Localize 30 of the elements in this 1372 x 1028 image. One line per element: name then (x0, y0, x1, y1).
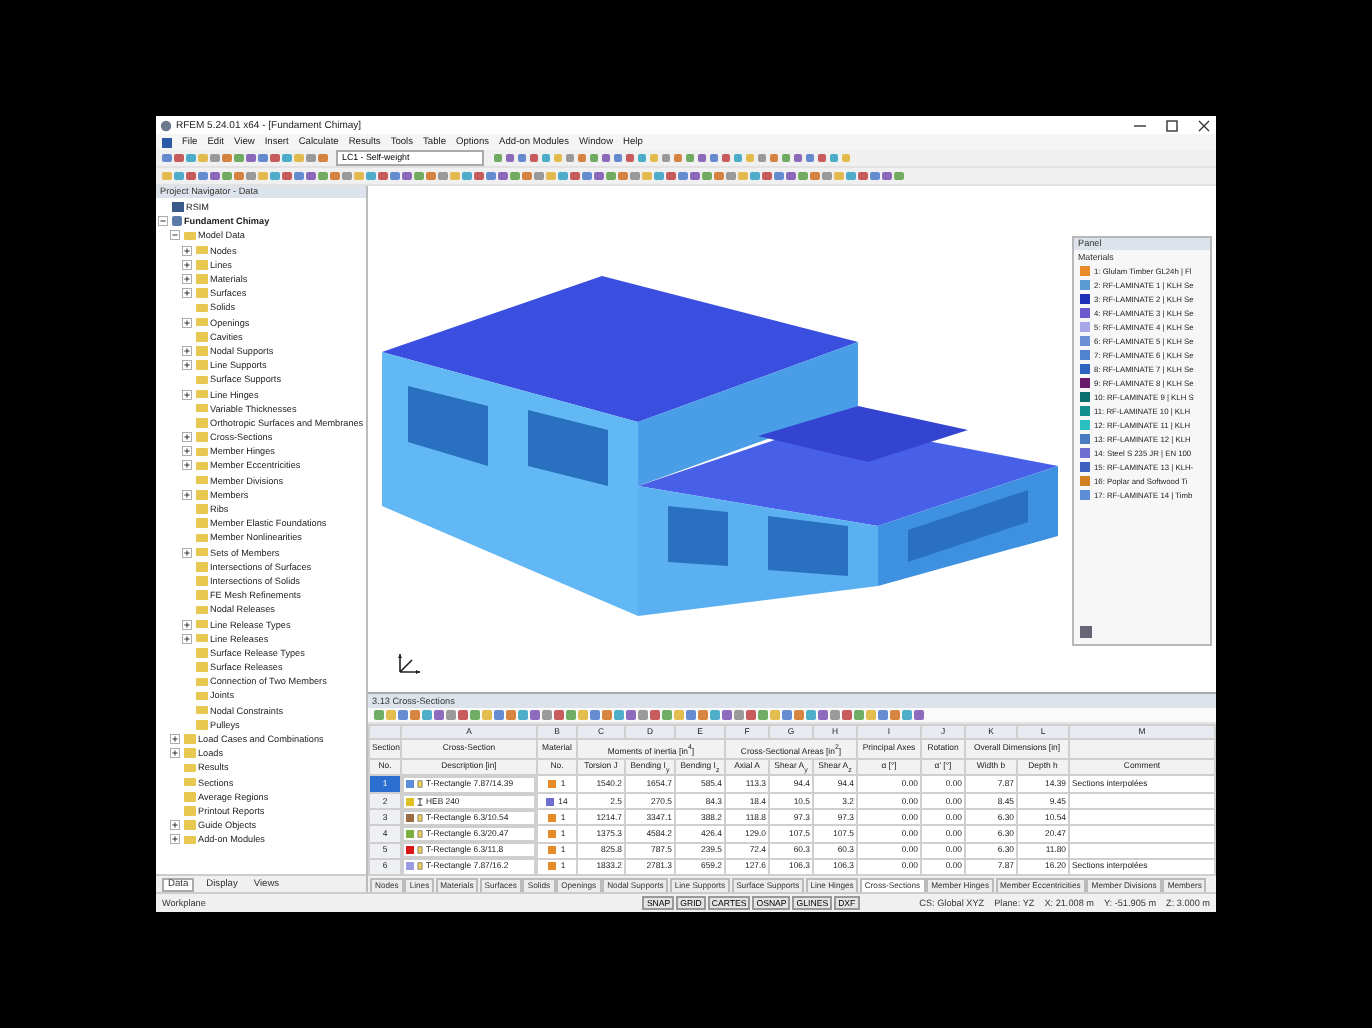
expander-icon[interactable] (170, 230, 180, 241)
expander-icon[interactable] (158, 216, 168, 227)
expander-icon[interactable] (182, 259, 192, 270)
expander-icon[interactable] (170, 734, 180, 745)
expander-icon[interactable] (182, 460, 192, 471)
app-menu-icon[interactable] (162, 137, 172, 147)
expander-icon[interactable] (182, 274, 192, 285)
expander-icon[interactable] (182, 245, 192, 256)
app-icon (160, 119, 172, 131)
expander-icon[interactable] (182, 288, 192, 299)
expander-icon[interactable] (182, 633, 192, 644)
expander-icon[interactable] (170, 820, 180, 831)
expander-icon[interactable] (182, 489, 192, 500)
close-icon[interactable] (1196, 117, 1212, 133)
expander-icon[interactable] (182, 389, 192, 400)
expander-icon[interactable] (182, 547, 192, 558)
expander-icon[interactable] (182, 360, 192, 371)
rectangle-section-icon (416, 780, 424, 789)
database-icon (171, 202, 183, 213)
maximize-icon[interactable] (1164, 117, 1180, 133)
expander-icon[interactable] (182, 446, 192, 457)
model-viewport[interactable] (368, 186, 1216, 692)
expander-icon[interactable] (170, 748, 180, 759)
expander-icon[interactable] (182, 432, 192, 443)
i-section-icon (416, 797, 424, 806)
expander-icon[interactable] (182, 317, 192, 328)
expander-icon[interactable] (170, 834, 180, 845)
expander-icon[interactable] (182, 619, 192, 630)
expander-icon[interactable] (182, 345, 192, 356)
project-icon (171, 216, 181, 227)
